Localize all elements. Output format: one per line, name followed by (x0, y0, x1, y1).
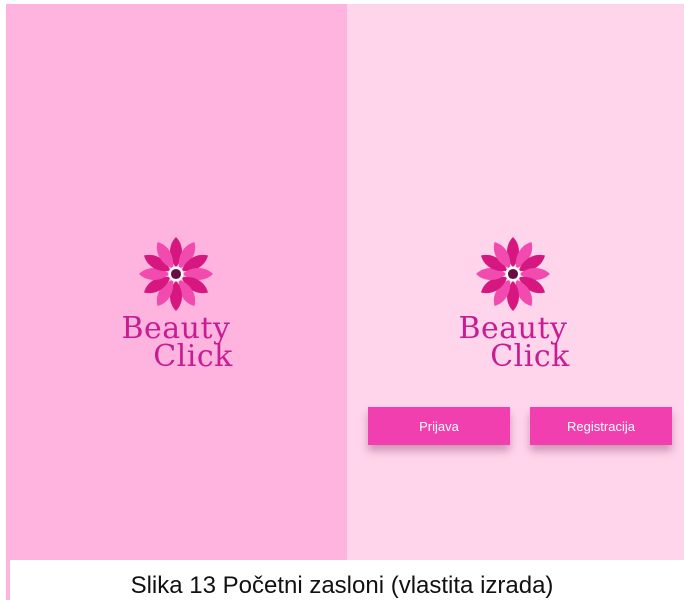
flower-icon (139, 237, 213, 311)
logo-text-click: Click (490, 339, 570, 374)
logo-text-click: Click (153, 339, 233, 374)
login-button[interactable]: Prijava (368, 407, 510, 445)
logo-wordmark: Beauty Click (433, 314, 593, 372)
flower-center (170, 268, 182, 280)
register-button[interactable]: Registracija (530, 407, 672, 445)
page: Beauty Click Beauty Click Prijava Regist… (0, 0, 684, 600)
start-screen: Beauty Click Prijava Registracija (347, 4, 684, 560)
logo-wordmark: Beauty Click (96, 314, 256, 372)
splash-screen: Beauty Click (6, 4, 347, 560)
app-logo: Beauty Click (433, 232, 593, 372)
app-logo: Beauty Click (96, 232, 256, 372)
flower-icon (476, 237, 550, 311)
figure-caption: Slika 13 Početni zasloni (vlastita izrad… (130, 572, 554, 599)
flower-center (507, 268, 519, 280)
